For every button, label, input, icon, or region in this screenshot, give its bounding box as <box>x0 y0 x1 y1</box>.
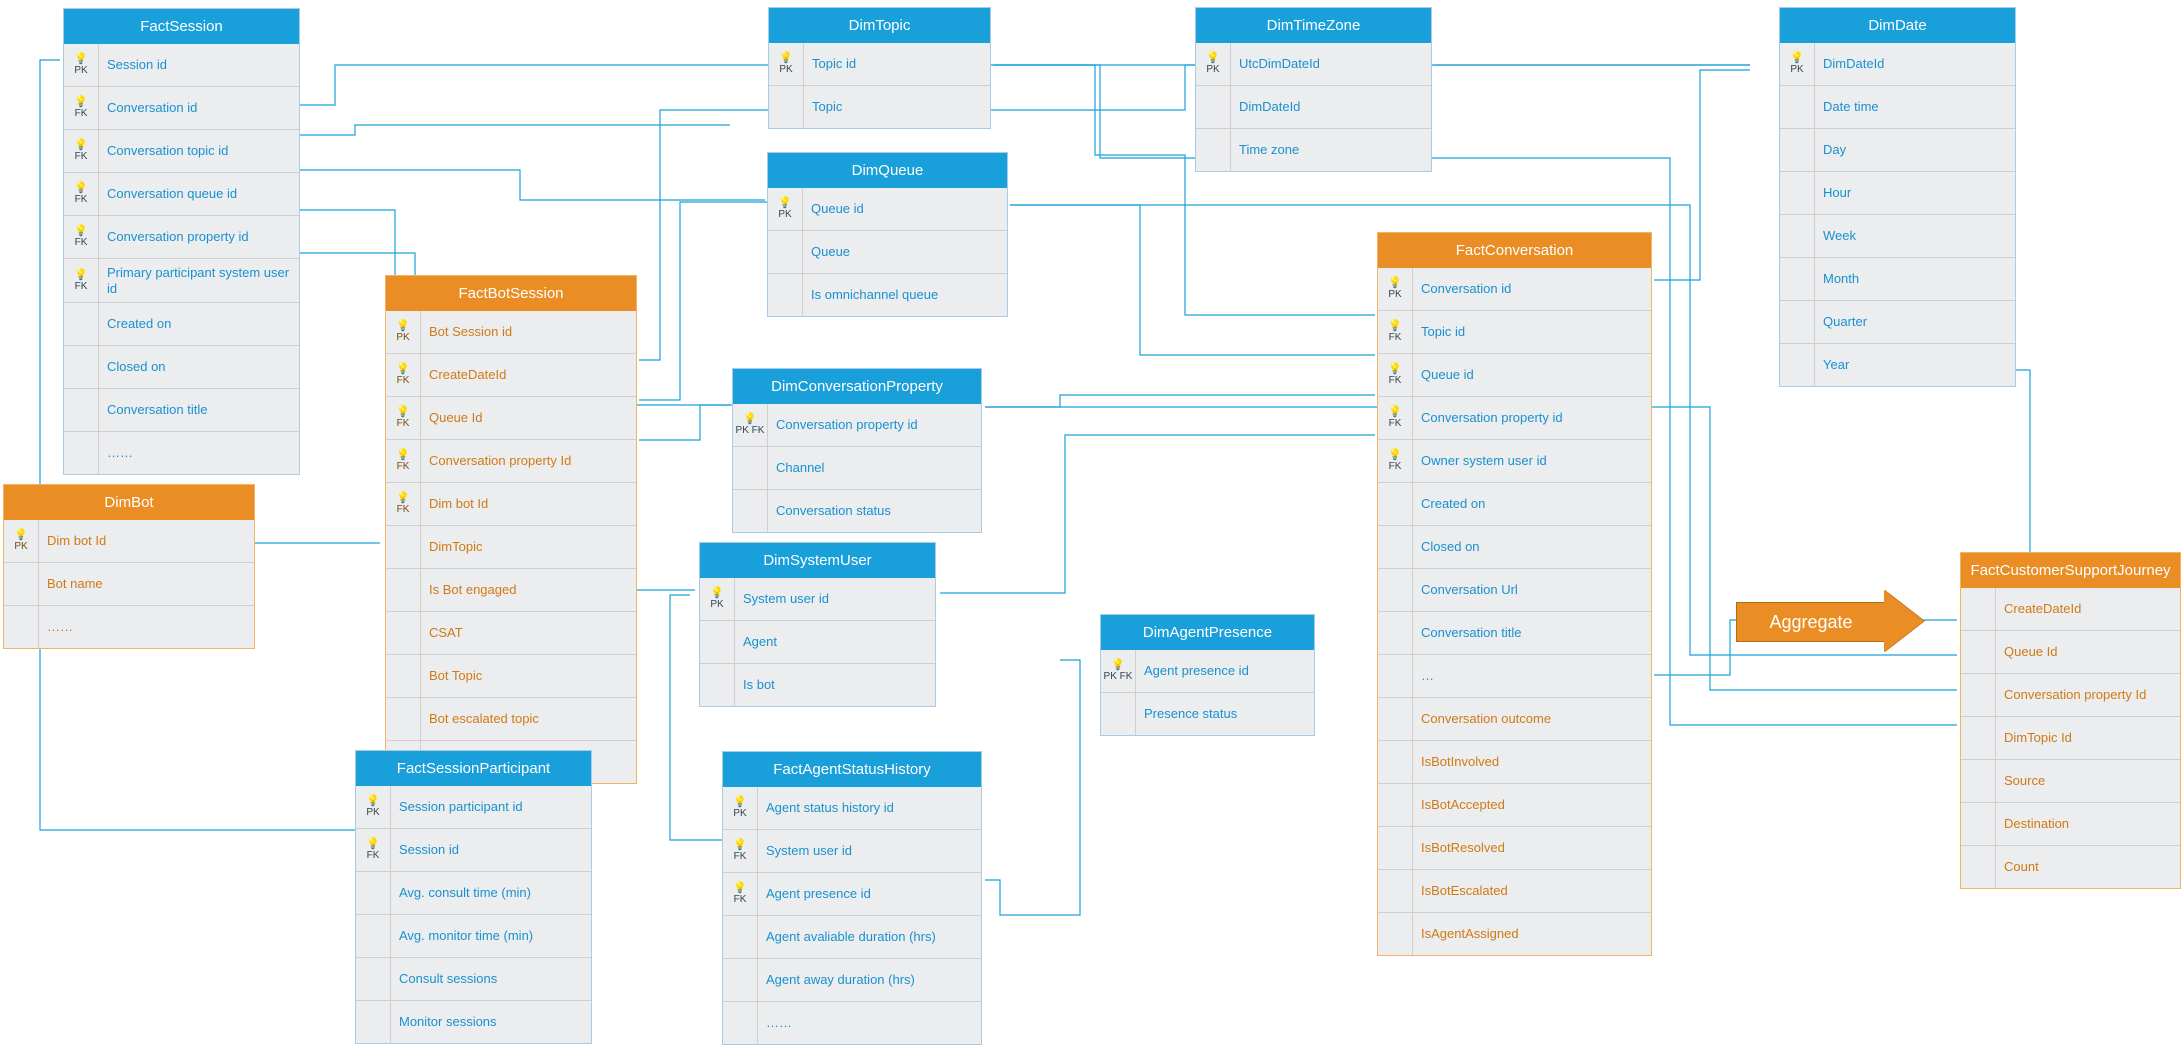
key-icon: 💡 <box>779 53 793 64</box>
key-icon: 💡 <box>743 414 757 425</box>
entity-fact-bot-session: FactBotSession 💡PKBot Session id 💡FKCrea… <box>385 275 637 784</box>
entity-fact-customer-support-journey: FactCustomerSupportJourney CreateDateId … <box>1960 552 2181 889</box>
entity-title: DimQueue <box>768 153 1007 188</box>
key-icon: 💡 <box>74 226 88 237</box>
entity-title: DimBot <box>4 485 254 520</box>
entity-fact-session-participant: FactSessionParticipant 💡PKSession partic… <box>355 750 592 1044</box>
entity-dim-conversation-property: DimConversationProperty 💡PK FKConversati… <box>732 368 982 533</box>
entity-dim-queue: DimQueue 💡PKQueue id Queue Is omnichanne… <box>767 152 1008 317</box>
key-icon: 💡 <box>396 364 410 375</box>
key-icon: 💡 <box>710 588 724 599</box>
key-icon: 💡 <box>366 796 380 807</box>
aggregate-arrow: Aggregate <box>1736 590 1926 652</box>
entity-dim-date: DimDate 💡PKDimDateId Date time Day Hour … <box>1779 7 2016 387</box>
entity-fact-conversation: FactConversation 💡PKConversation id 💡FKT… <box>1377 232 1652 956</box>
entity-title: DimConversationProperty <box>733 369 981 404</box>
key-icon: 💡 <box>1388 321 1402 332</box>
aggregate-label: Aggregate <box>1769 612 1852 633</box>
key-icon: 💡 <box>1388 407 1402 418</box>
entity-dim-time-zone: DimTimeZone 💡PKUtcDimDateId DimDateId Ti… <box>1195 7 1432 172</box>
entity-title: FactCustomerSupportJourney <box>1961 553 2180 588</box>
entity-title: FactAgentStatusHistory <box>723 752 981 787</box>
key-icon: 💡 <box>396 450 410 461</box>
entity-title: FactBotSession <box>386 276 636 311</box>
entity-dim-agent-presence: DimAgentPresence 💡PK FKAgent presence id… <box>1100 614 1315 736</box>
key-icon: 💡 <box>74 97 88 108</box>
key-icon: 💡 <box>74 140 88 151</box>
key-icon: 💡 <box>778 198 792 209</box>
key-icon: 💡 <box>14 530 28 541</box>
key-icon: 💡 <box>74 54 88 65</box>
entity-fact-session: FactSession 💡PKSession id 💡FKConversatio… <box>63 8 300 475</box>
key-icon: 💡 <box>1388 278 1402 289</box>
key-icon: 💡 <box>74 270 88 281</box>
entity-dim-topic: DimTopic 💡PKTopic id Topic <box>768 7 991 129</box>
key-icon: 💡 <box>1206 53 1220 64</box>
key-icon: 💡 <box>1388 364 1402 375</box>
entity-title: DimSystemUser <box>700 543 935 578</box>
key-icon: 💡 <box>396 493 410 504</box>
key-icon: 💡 <box>1388 450 1402 461</box>
arrow-head-icon <box>1884 590 1924 652</box>
key-icon: 💡 <box>1111 660 1125 671</box>
key-icon: 💡 <box>74 183 88 194</box>
entity-title: DimTopic <box>769 8 990 43</box>
key-icon: 💡 <box>396 407 410 418</box>
key-icon: 💡 <box>733 840 747 851</box>
key-icon: 💡 <box>733 883 747 894</box>
key-icon: 💡 <box>1790 53 1804 64</box>
key-icon: 💡 <box>396 321 410 332</box>
entity-fact-agent-status-history: FactAgentStatusHistory 💡PKAgent status h… <box>722 751 982 1045</box>
entity-dim-system-user: DimSystemUser 💡PKSystem user id Agent Is… <box>699 542 936 707</box>
entity-title: FactConversation <box>1378 233 1651 268</box>
key-icon: 💡 <box>733 797 747 808</box>
entity-title: DimDate <box>1780 8 2015 43</box>
entity-title: FactSessionParticipant <box>356 751 591 786</box>
entity-title: DimAgentPresence <box>1101 615 1314 650</box>
key-icon: 💡 <box>366 839 380 850</box>
entity-title: FactSession <box>64 9 299 44</box>
entity-dim-bot: DimBot 💡PKDim bot Id Bot name …… <box>3 484 255 649</box>
entity-body: 💡PKSession id 💡FKConversation id 💡FKConv… <box>64 44 299 474</box>
entity-title: DimTimeZone <box>1196 8 1431 43</box>
